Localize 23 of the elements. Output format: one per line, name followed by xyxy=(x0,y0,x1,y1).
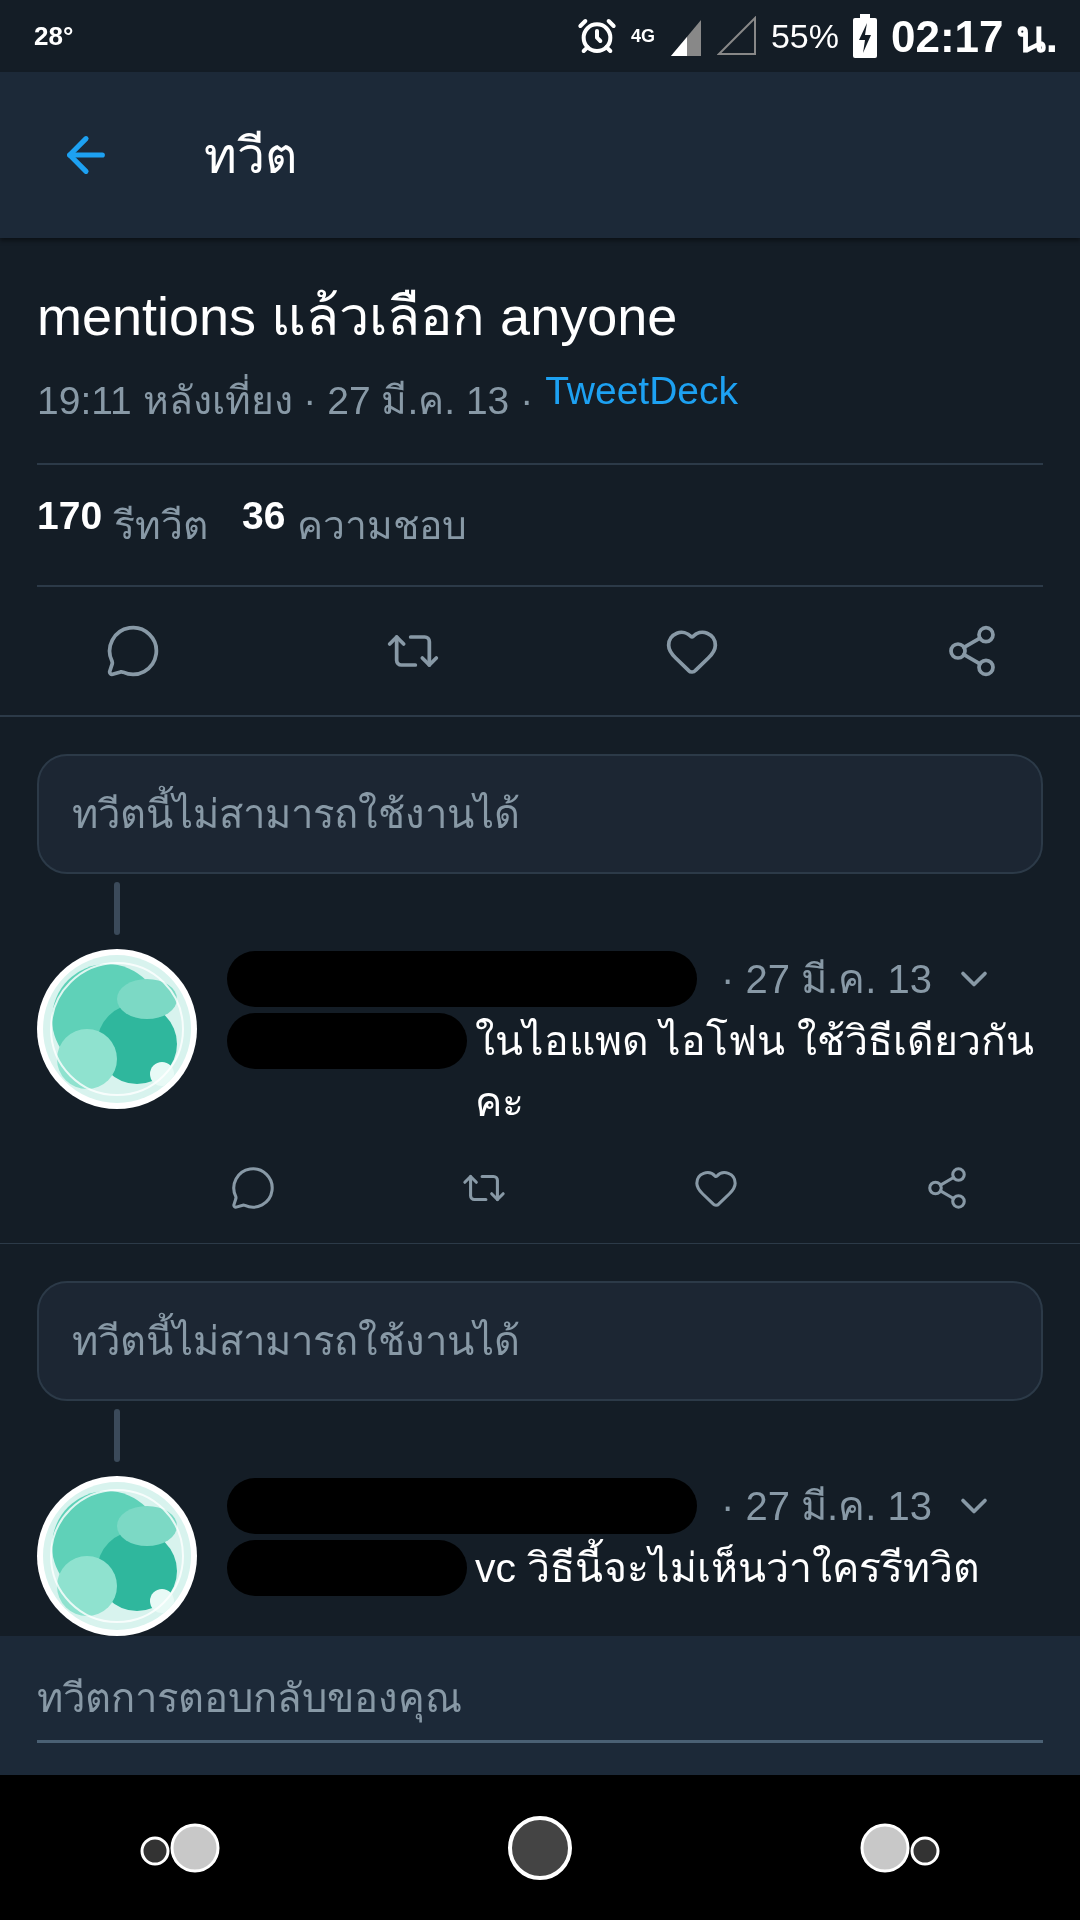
like-count[interactable]: 36 ความชอบ xyxy=(242,494,468,557)
battery-level: 55% xyxy=(770,16,839,56)
retweet-count[interactable]: 170 รีทวีต xyxy=(37,494,209,557)
tweet-timestamp: 19:11 หลังเที่ยง · 27 มี.ค. 13 · xyxy=(37,368,534,431)
reply-text: vc วิธีนี้จะไม่เห็นว่าใครรีทวิต xyxy=(475,1536,1050,1600)
network-type: 4G xyxy=(630,27,655,45)
signal-icon xyxy=(716,16,757,56)
reply-composer[interactable]: ทวีตการตอบกลับของคุณ xyxy=(0,1636,1080,1775)
home-icon[interactable] xyxy=(507,1814,573,1881)
clock: 02:17 น. xyxy=(891,11,1058,63)
unavailable-tweet-notice: ทวีตนี้ไม่สามารถใช้งานได้ xyxy=(37,1281,1043,1402)
reply-date: · 27 มี.ค. 13 xyxy=(721,1483,932,1530)
page-title: ทวีต xyxy=(204,126,297,186)
reply-input-field[interactable]: ทวีตการตอบกลับของคุณ xyxy=(37,1664,1043,1732)
reply-icon[interactable] xyxy=(230,1165,276,1212)
source-link[interactable]: TweetDeck xyxy=(545,368,739,431)
temperature: 28° xyxy=(34,20,75,52)
tweet-text: mentions แล้วเลือก anyone xyxy=(37,285,679,348)
battery-charging-icon xyxy=(853,14,877,58)
reply-date: · 27 มี.ค. 13 xyxy=(721,955,932,1003)
reply-text: ในไอแพด ไอโฟน ใช้วิธีเดียวกัน คะ xyxy=(475,1016,1035,1128)
alarm-icon xyxy=(576,16,617,56)
unavailable-tweet-notice: ทวีตนี้ไม่สามารถใช้งานได้ xyxy=(37,754,1043,875)
